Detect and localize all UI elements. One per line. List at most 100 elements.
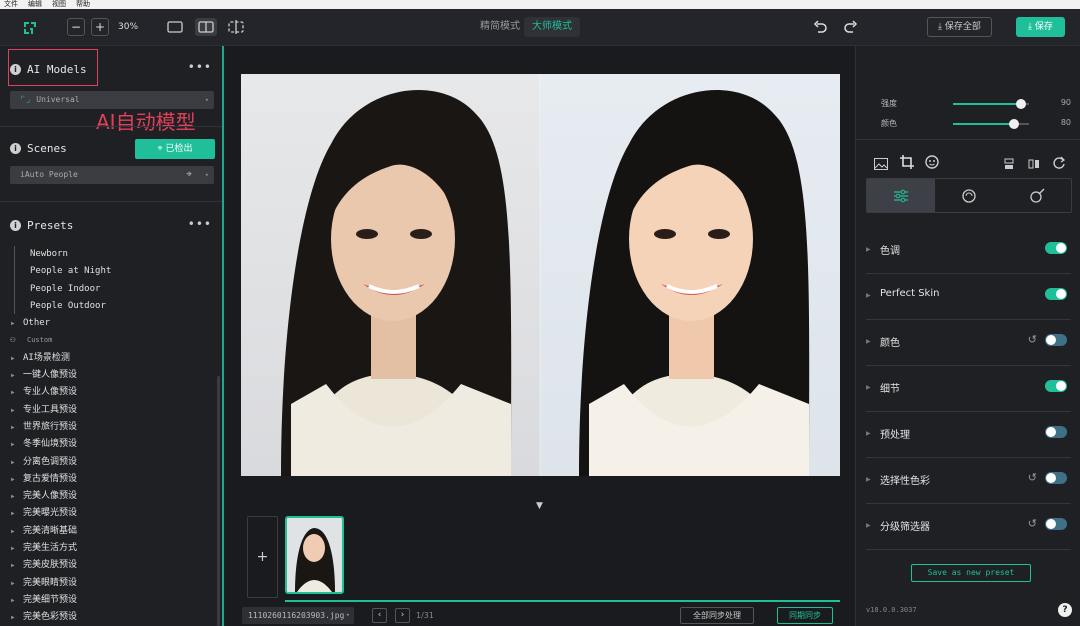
left-scrollbar[interactable] — [217, 376, 220, 626]
compare-view-icon[interactable] — [227, 18, 245, 36]
prev-photo-button[interactable]: ‹ — [372, 608, 387, 623]
mode-master-tab[interactable]: 大师模式 — [524, 17, 580, 37]
chevron-right-icon: ▶ — [11, 372, 15, 380]
preset-item[interactable]: ▶ AI场景检测 — [0, 350, 222, 367]
face-icon[interactable] — [925, 154, 939, 173]
preset-item[interactable]: ▶ Other — [0, 315, 222, 332]
toggle-switch[interactable] — [1045, 334, 1067, 346]
toggle-switch[interactable] — [1045, 380, 1067, 392]
preset-item[interactable]: ▶ 世界旅行预设 — [0, 419, 222, 436]
photo-preview[interactable] — [241, 74, 840, 476]
scene-detect-button[interactable]: ⌖ 已检出 — [135, 139, 215, 159]
slider-row: 颜色 80 — [881, 118, 1071, 129]
adjustment-row[interactable]: ▶ 选择性色彩 ↺ — [866, 458, 1071, 504]
before-image — [241, 74, 540, 476]
tab-effects[interactable] — [935, 179, 1003, 212]
slider-handle[interactable] — [1008, 119, 1019, 129]
thumbnail-image — [295, 528, 335, 592]
preset-item[interactable]: ▶ 专业人像预设 — [0, 384, 222, 401]
flip-horizontal-icon[interactable] — [1028, 155, 1040, 174]
adjustment-row[interactable]: ▶ 细节 — [866, 366, 1071, 412]
presets-more-icon[interactable]: ••• — [188, 217, 212, 231]
sync-all-button[interactable]: 全部同步处理 — [680, 607, 754, 624]
preset-item[interactable]: Newborn — [0, 246, 222, 263]
download-icon: ⤓ — [938, 22, 945, 32]
preset-item[interactable]: ▶ 专业工具预设 — [0, 402, 222, 419]
zoom-out-button[interactable]: − — [67, 18, 85, 36]
crop-icon[interactable] — [900, 154, 914, 173]
preset-item[interactable]: People at Night — [0, 263, 222, 280]
toggle-switch[interactable] — [1045, 518, 1067, 530]
menu-view[interactable]: 视图 — [52, 0, 66, 9]
add-photo-button[interactable]: + — [247, 516, 278, 598]
adjustment-row[interactable]: ▶ Perfect Skin — [866, 274, 1071, 320]
reset-icon[interactable]: ↺ — [1028, 517, 1037, 530]
help-icon[interactable]: ? — [1058, 603, 1072, 617]
next-photo-button[interactable]: › — [395, 608, 410, 623]
chevron-right-icon: ▶ — [11, 475, 15, 483]
sync-button[interactable]: 同期同步 — [777, 607, 833, 624]
toggle-switch[interactable] — [1045, 472, 1067, 484]
flip-vertical-icon[interactable] — [1003, 155, 1015, 174]
preset-item[interactable]: ▶ 完美清晰基础 — [0, 523, 222, 540]
app-logo-icon — [20, 18, 40, 38]
preset-item[interactable]: ▶ 冬季仙境预设 — [0, 436, 222, 453]
split-view-icon[interactable] — [195, 18, 217, 36]
save-preset-button[interactable]: Save as new preset — [911, 564, 1031, 582]
thumbnail[interactable] — [285, 516, 344, 594]
preset-item[interactable]: ▶ 完美色彩预设 — [0, 609, 222, 626]
mode-simple-tab[interactable]: 精简模式 — [472, 17, 528, 37]
canvas-area: ▼ + 1110260116203903.jpg ▾ ‹ › 1/31 全部同步… — [226, 46, 854, 626]
preset-item[interactable]: ▶ 完美眼睛预设 — [0, 575, 222, 592]
preset-item[interactable]: ▶ 一键人像预设 — [0, 367, 222, 384]
chevron-right-icon: ▶ — [11, 510, 15, 518]
preset-item[interactable]: ⚇ Custom — [0, 332, 222, 349]
zoom-in-button[interactable]: + — [91, 18, 109, 36]
chevron-right-icon: ▶ — [11, 423, 15, 431]
chevron-down-icon: ▾ — [204, 96, 209, 104]
adjustment-row[interactable]: ▶ 色调 — [866, 228, 1071, 274]
filename-select[interactable]: 1110260116203903.jpg ▾ — [242, 607, 354, 624]
reset-icon[interactable]: ↺ — [1028, 471, 1037, 484]
chevron-right-icon: ▶ — [866, 384, 871, 391]
single-view-icon[interactable] — [166, 19, 184, 35]
slider-handle[interactable] — [1016, 99, 1027, 109]
ai-models-more-icon[interactable]: ••• — [188, 60, 212, 74]
preset-item[interactable]: ▶ 完美生活方式 — [0, 540, 222, 557]
collapse-arrow-icon[interactable]: ▼ — [536, 501, 543, 511]
preset-item[interactable]: ▶ 完美皮肤预设 — [0, 557, 222, 574]
toggle-switch[interactable] — [1045, 426, 1067, 438]
chevron-right-icon: ▶ — [866, 246, 871, 253]
tab-retouch[interactable] — [1003, 179, 1071, 212]
menu-edit[interactable]: 编辑 — [28, 0, 42, 9]
preset-item[interactable]: ▶ 分离色调预设 — [0, 454, 222, 471]
save-all-button[interactable]: ⤓ 保存全部 — [927, 17, 992, 37]
preset-item[interactable]: ▶ 完美细节预设 — [0, 592, 222, 609]
image-icon[interactable] — [874, 155, 888, 174]
toggle-switch[interactable] — [1045, 242, 1067, 254]
preset-item[interactable]: People Indoor — [0, 281, 222, 298]
info-icon: i — [10, 64, 21, 75]
adjustment-row[interactable]: ▶ 预处理 — [866, 412, 1071, 458]
save-button[interactable]: ⤓ 保存 — [1016, 17, 1065, 37]
adjustment-row[interactable]: ▶ 颜色 ↺ — [866, 320, 1071, 366]
preset-item[interactable]: ▶ 完美曝光预设 — [0, 505, 222, 522]
chevron-right-icon: ▶ — [11, 545, 15, 553]
slider-track[interactable] — [953, 119, 1029, 129]
reset-icon[interactable]: ↺ — [1028, 333, 1037, 346]
menu-help[interactable]: 帮助 — [76, 0, 90, 9]
preset-item[interactable]: ▶ 复古爱情预设 — [0, 471, 222, 488]
toggle-switch[interactable] — [1045, 288, 1067, 300]
chevron-right-icon: ▶ — [11, 596, 15, 604]
redo-icon[interactable] — [843, 18, 859, 36]
adjustment-row[interactable]: ▶ 分级筛选器 ↺ — [866, 504, 1071, 550]
preset-item[interactable]: ▶ 完美人像预设 — [0, 488, 222, 505]
undo-icon[interactable] — [812, 18, 828, 36]
scene-select[interactable]: iAuto People ⌖ ▾ — [10, 166, 214, 184]
tab-adjust[interactable] — [867, 179, 935, 212]
rotate-icon[interactable] — [1053, 154, 1066, 173]
menu-file[interactable]: 文件 — [4, 0, 18, 9]
photo-compare-image — [241, 74, 840, 476]
slider-track[interactable] — [953, 99, 1029, 109]
preset-item[interactable]: People Outdoor — [0, 298, 222, 315]
